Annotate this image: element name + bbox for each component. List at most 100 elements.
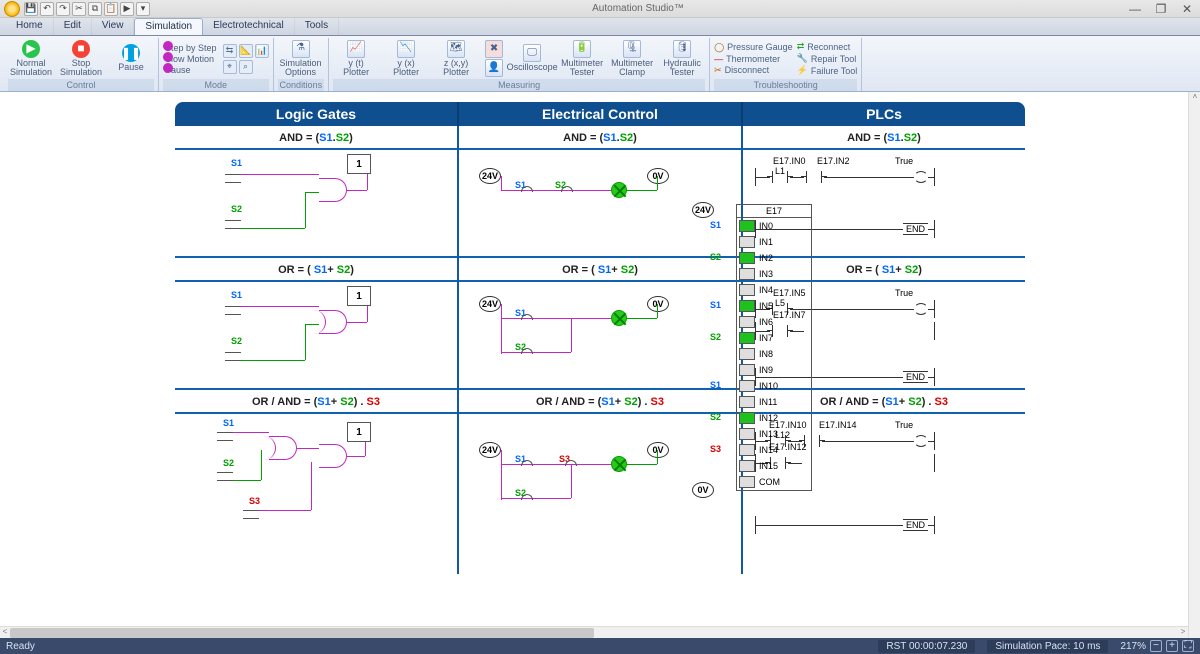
plc-input-row: IN8: [737, 346, 811, 362]
v0-node-2: 0V: [647, 296, 669, 312]
tab-tools[interactable]: Tools: [295, 18, 339, 35]
plc-led-icon: [739, 412, 755, 424]
plc-input-row: IN3: [737, 266, 811, 282]
plc-input-label: IN5: [757, 301, 811, 311]
tab-electrotechnical[interactable]: Electrotechnical: [203, 18, 295, 35]
mode-icon-3[interactable]: 📊: [255, 44, 269, 58]
plc-led-icon: [739, 220, 755, 232]
status-rst: RST 00:00:07.230: [878, 640, 975, 653]
group-measuring-label: Measuring: [333, 79, 705, 91]
plc-input-label: IN10: [757, 381, 811, 391]
logic-or-diagram[interactable]: S1 S2 1: [175, 282, 457, 390]
ribbon: ▶Normal Simulation ■Stop Simulation ❚❚Pa…: [0, 36, 1200, 92]
and-display: 1: [347, 154, 371, 174]
title-bar: 💾 ↶ ↷ ✂ ⧉ 📋 ▶ ▾ Automation Studio™ — ❐ ✕: [0, 0, 1200, 18]
maximize-button[interactable]: ❐: [1152, 2, 1170, 16]
pause-button[interactable]: ❚❚Pause: [108, 44, 154, 72]
failure-tool-button[interactable]: ⚡Failure Tool: [797, 65, 858, 76]
zoom-fit-button[interactable]: ⛶: [1182, 640, 1194, 652]
z-plotter-button[interactable]: 🗺z (x,y) Plotter: [433, 40, 479, 78]
close-button[interactable]: ✕: [1178, 2, 1196, 16]
plc-led-icon: [739, 268, 755, 280]
logic-and-title: AND = (S1.S2): [175, 126, 457, 150]
tab-edit[interactable]: Edit: [54, 18, 92, 35]
contact-e17-in2: [806, 171, 822, 183]
plc-input-row: IN5: [737, 298, 811, 314]
minimize-button[interactable]: —: [1126, 2, 1144, 16]
qat-save-icon[interactable]: 💾: [24, 2, 38, 16]
plc-input-label: COM: [757, 477, 811, 487]
plc-input-label: IN1: [757, 237, 811, 247]
mode-icon-4[interactable]: ⌖: [223, 60, 237, 74]
plc-input-label: IN14: [757, 445, 811, 455]
plc-led-icon: [739, 284, 755, 296]
plc-input-label: IN0: [757, 221, 811, 231]
tab-view[interactable]: View: [92, 18, 135, 35]
pause-mode-button[interactable]: Pause: [163, 65, 219, 75]
quick-access-toolbar: 💾 ↶ ↷ ✂ ⧉ 📋 ▶ ▾: [24, 2, 150, 16]
contact-e17-in0: [772, 171, 788, 183]
qat-paste-icon[interactable]: 📋: [104, 2, 118, 16]
zoom-value: 217%: [1120, 641, 1146, 652]
stop-simulation-button[interactable]: ■Stop Simulation: [58, 40, 104, 78]
qat-undo-icon[interactable]: ↶: [40, 2, 54, 16]
logic-and-diagram[interactable]: S1 S2 1: [175, 150, 457, 258]
plc-input-label: IN9: [757, 365, 811, 375]
logic-orand-title: OR / AND = (S1+ S2) . S3: [175, 390, 457, 414]
qat-play-icon[interactable]: ▶: [120, 2, 134, 16]
thermometer-button[interactable]: —Thermometer: [714, 54, 793, 64]
hydraulic-tester-button[interactable]: 🛢Hydraulic Tester: [659, 40, 705, 78]
group-trouble-label: Troubleshooting: [714, 79, 857, 91]
group-conditions-label: Conditions: [278, 79, 325, 91]
qat-dropdown-icon[interactable]: ▾: [136, 2, 150, 16]
pressure-gauge-button[interactable]: ◯Pressure Gauge: [714, 42, 793, 53]
plc-led-icon: [739, 236, 755, 248]
plc-led-icon: [739, 476, 755, 488]
qat-redo-icon[interactable]: ↷: [56, 2, 70, 16]
zoom-in-button[interactable]: +: [1166, 640, 1178, 652]
mode-icon-5[interactable]: ⌕: [239, 60, 253, 74]
measuring-extra-icon[interactable]: ✖👤: [483, 40, 505, 77]
canvas-viewport[interactable]: Logic Gates Electrical Control PLCs AND …: [0, 92, 1200, 638]
slow-motion-button[interactable]: Slow Motion: [163, 54, 219, 64]
disconnect-button[interactable]: ✂Disconnect: [714, 65, 793, 76]
plc-led-icon: [739, 380, 755, 392]
simulation-options-button[interactable]: ⚗Simulation Options: [278, 40, 324, 78]
lamp-node-2: [611, 310, 627, 326]
plc-input-row: IN1: [737, 234, 811, 250]
lamp-node: [611, 182, 627, 198]
tab-home[interactable]: Home: [6, 18, 54, 35]
y-plotter-button[interactable]: 📈y (t) Plotter: [333, 40, 379, 78]
plc-input-row: IN0: [737, 218, 811, 234]
yx-plotter-button[interactable]: 📉y (x) Plotter: [383, 40, 429, 78]
normal-simulation-button[interactable]: ▶Normal Simulation: [8, 40, 54, 78]
plc-led-icon: [739, 428, 755, 440]
group-control-label: Control: [8, 79, 154, 91]
plc-input-label: IN11: [757, 397, 811, 407]
zoom-out-button[interactable]: −: [1150, 640, 1162, 652]
v0-node-3: 0V: [647, 442, 669, 458]
plc-hardware-block[interactable]: 24V 0V E17 IN0IN1IN2IN3IN4IN5IN6IN7IN8IN…: [706, 204, 1016, 491]
elec-or-diagram[interactable]: 24V 0V S1 S2: [459, 282, 741, 390]
mode-icon-1[interactable]: ⇆: [223, 44, 237, 58]
or-display: 1: [347, 286, 371, 306]
qat-copy-icon[interactable]: ⧉: [88, 2, 102, 16]
elec-orand-title: OR / AND = (S1+ S2) . S3: [459, 390, 741, 414]
qat-cut-icon[interactable]: ✂: [72, 2, 86, 16]
repair-tool-button[interactable]: 🔧Repair Tool: [797, 53, 858, 64]
lamp-node-3: [611, 456, 627, 472]
plc-input-label: IN15: [757, 461, 811, 471]
window-controls: — ❐ ✕: [1126, 2, 1196, 16]
step-by-step-button[interactable]: Step by Step: [163, 43, 219, 53]
tab-simulation[interactable]: Simulation: [134, 18, 203, 35]
multimeter-clamp-button[interactable]: 🗜Multimeter Clamp: [609, 40, 655, 78]
ribbon-tabs: Home Edit View Simulation Electrotechnic…: [0, 18, 1200, 36]
plc-led-icon: [739, 396, 755, 408]
logic-orand-diagram[interactable]: S1 S2 S3 1: [175, 414, 457, 574]
mode-icon-2[interactable]: 📐: [239, 44, 253, 58]
reconnect-button[interactable]: ⇄Reconnect: [797, 41, 858, 52]
plc-input-row: IN9: [737, 362, 811, 378]
multimeter-tester-button[interactable]: 🔋Multimeter Tester: [559, 40, 605, 78]
oscilloscope-button[interactable]: 🖵Oscilloscope: [509, 44, 555, 72]
app-orb-icon[interactable]: [4, 1, 20, 17]
